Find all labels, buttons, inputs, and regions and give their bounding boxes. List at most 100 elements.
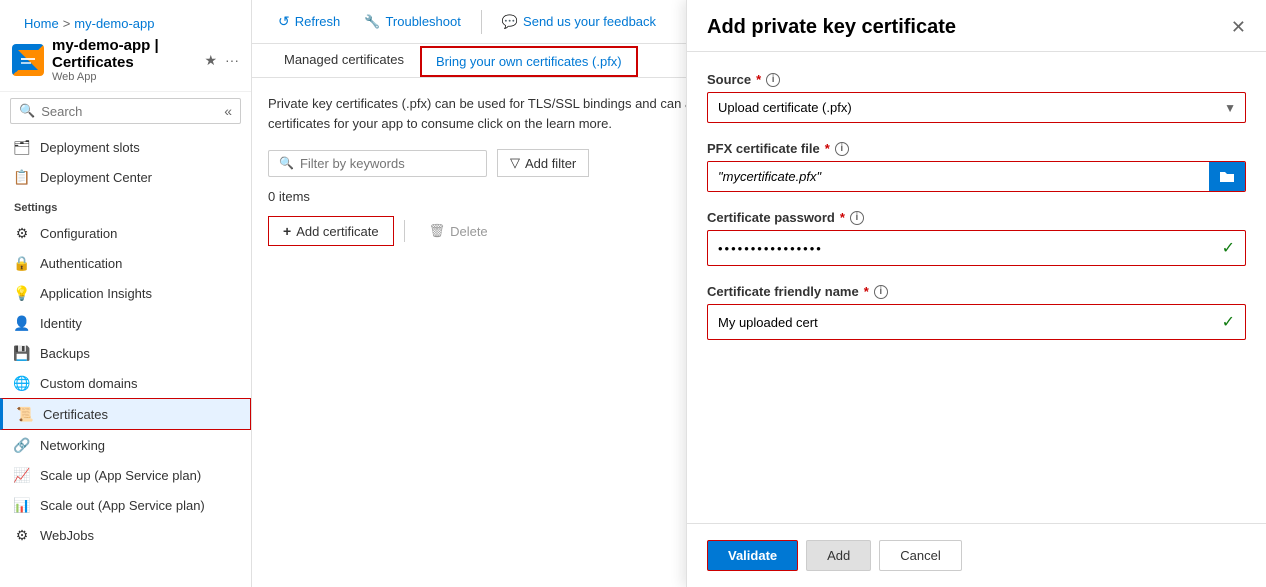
app-title-row: my-demo-app | Certificates Web App ★ ···	[12, 37, 239, 85]
source-info-icon[interactable]: i	[766, 73, 780, 87]
tab-own-certificates[interactable]: Bring your own certificates (.pfx)	[420, 46, 638, 77]
panel-close-button[interactable]: ✕	[1231, 17, 1246, 38]
sidebar-nav: 🗂 Deployment slots 📋 Deployment Center S…	[0, 132, 251, 587]
sidebar-item-certificates[interactable]: 📜 Certificates	[0, 398, 251, 430]
settings-section-label: Settings	[0, 192, 251, 218]
add-certificate-panel: Add private key certificate ✕ Source * i…	[686, 0, 1266, 587]
sidebar-item-backups[interactable]: 💾 Backups	[0, 338, 251, 368]
identity-icon: 👤	[14, 315, 30, 331]
sidebar-item-scale-up[interactable]: 📈 Scale up (App Service plan)	[0, 460, 251, 490]
source-group: Source * i Upload certificate (.pfx) Imp…	[707, 72, 1246, 123]
troubleshoot-button[interactable]: 🔧 Troubleshoot	[354, 9, 471, 35]
collapse-button[interactable]: «	[224, 103, 232, 119]
pfx-file-input[interactable]	[708, 162, 1209, 191]
app-icon	[12, 44, 44, 76]
pfx-info-icon[interactable]: i	[835, 142, 849, 156]
domains-icon: 🌐	[14, 375, 30, 391]
add-button[interactable]: Add	[806, 540, 871, 571]
sidebar-item-authentication[interactable]: 🔒 Authentication	[0, 248, 251, 278]
sidebar-item-label: Networking	[40, 438, 105, 453]
sidebar-item-scale-out[interactable]: 📊 Scale out (App Service plan)	[0, 490, 251, 520]
action-separator	[404, 220, 405, 242]
delete-label: Delete	[450, 224, 488, 239]
sidebar-item-networking[interactable]: 🔗 Networking	[0, 430, 251, 460]
add-certificate-button[interactable]: + Add certificate	[268, 216, 394, 246]
password-input-row: ✓	[707, 230, 1246, 266]
backups-icon: 💾	[14, 345, 30, 361]
friendly-required: *	[864, 284, 869, 299]
sidebar-item-deployment-center[interactable]: 📋 Deployment Center	[0, 162, 251, 192]
delete-button[interactable]: 🗑 Delete	[415, 217, 502, 245]
panel-body: Source * i Upload certificate (.pfx) Imp…	[687, 52, 1266, 523]
filter-icon: 🔍	[279, 156, 294, 170]
sidebar-item-label: WebJobs	[40, 528, 94, 543]
add-filter-button[interactable]: ▽ Add filter	[497, 149, 589, 177]
breadcrumb-separator: >	[63, 16, 71, 31]
sidebar-item-label: Scale out (App Service plan)	[40, 498, 205, 513]
search-icon: 🔍	[19, 103, 35, 119]
breadcrumb-app[interactable]: my-demo-app	[74, 16, 154, 31]
toolbar-separator	[481, 10, 482, 34]
panel-header: Add private key certificate ✕	[687, 0, 1266, 52]
refresh-button[interactable]: ↺ Refresh	[268, 8, 350, 35]
friendly-name-input[interactable]	[718, 315, 1214, 330]
breadcrumb-home[interactable]: Home	[24, 16, 59, 31]
refresh-icon: ↺	[278, 13, 290, 30]
sidebar-item-label: Application Insights	[40, 286, 152, 301]
sidebar-item-label: Custom domains	[40, 376, 138, 391]
filter-funnel-icon: ▽	[510, 155, 520, 171]
delete-icon: 🗑	[429, 223, 446, 239]
deployment-center-icon: 📋	[14, 169, 30, 185]
sidebar-item-webjobs[interactable]: ⚙ WebJobs	[0, 520, 251, 550]
feedback-button[interactable]: 💬 Send us your feedback	[492, 9, 666, 35]
sidebar-item-label: Deployment Center	[40, 170, 152, 185]
filter-input-box[interactable]: 🔍	[268, 150, 487, 177]
search-input[interactable]	[41, 104, 218, 119]
sidebar-item-configuration[interactable]: ⚙ Configuration	[0, 218, 251, 248]
main-wrapper: ↺ Refresh 🔧 Troubleshoot 💬 Send us your …	[252, 0, 1266, 587]
search-box[interactable]: 🔍 «	[10, 98, 241, 124]
folder-icon	[1219, 169, 1235, 185]
sidebar-item-label: Backups	[40, 346, 90, 361]
more-icon[interactable]: ···	[225, 52, 239, 68]
add-icon: +	[283, 223, 291, 239]
source-select-wrapper: Upload certificate (.pfx) Import from Ke…	[707, 92, 1246, 123]
cancel-button[interactable]: Cancel	[879, 540, 961, 571]
feedback-label: Send us your feedback	[523, 14, 656, 29]
page-title: my-demo-app | Certificates	[52, 37, 196, 71]
star-icon[interactable]: ★	[204, 52, 217, 69]
authentication-icon: 🔒	[14, 255, 30, 271]
panel-footer: Validate Add Cancel	[687, 523, 1266, 587]
sidebar-header: Home > my-demo-app my-demo-app | Certifi…	[0, 0, 251, 92]
sidebar-item-application-insights[interactable]: 💡 Application Insights	[0, 278, 251, 308]
sidebar-item-label: Deployment slots	[40, 140, 140, 155]
file-browse-button[interactable]	[1209, 162, 1245, 191]
validate-button[interactable]: Validate	[707, 540, 798, 571]
pfx-file-row	[707, 161, 1246, 192]
tab-managed[interactable]: Managed certificates	[268, 44, 420, 77]
feedback-icon: 💬	[502, 14, 518, 30]
panel-title: Add private key certificate	[707, 16, 956, 39]
pfx-label: PFX certificate file * i	[707, 141, 1246, 156]
refresh-label: Refresh	[295, 14, 341, 29]
source-required: *	[756, 72, 761, 87]
friendly-valid-icon: ✓	[1222, 312, 1235, 332]
password-label: Certificate password * i	[707, 210, 1246, 225]
password-info-icon[interactable]: i	[850, 211, 864, 225]
friendly-name-input-row: ✓	[707, 304, 1246, 340]
friendly-info-icon[interactable]: i	[874, 285, 888, 299]
breadcrumb: Home > my-demo-app	[12, 10, 239, 37]
filter-input[interactable]	[300, 156, 476, 171]
sidebar-item-deployment-slots[interactable]: 🗂 Deployment slots	[0, 132, 251, 162]
app-subtitle: Web App	[52, 71, 196, 83]
troubleshoot-icon: 🔧	[364, 14, 380, 30]
sidebar-item-identity[interactable]: 👤 Identity	[0, 308, 251, 338]
deployment-slots-icon: 🗂	[14, 139, 30, 155]
pfx-required: *	[825, 141, 830, 156]
password-input[interactable]	[718, 241, 1214, 256]
troubleshoot-label: Troubleshoot	[385, 14, 460, 29]
sidebar-item-custom-domains[interactable]: 🌐 Custom domains	[0, 368, 251, 398]
pfx-group: PFX certificate file * i	[707, 141, 1246, 192]
friendly-name-group: Certificate friendly name * i ✓	[707, 284, 1246, 340]
source-select[interactable]: Upload certificate (.pfx) Import from Ke…	[707, 92, 1246, 123]
